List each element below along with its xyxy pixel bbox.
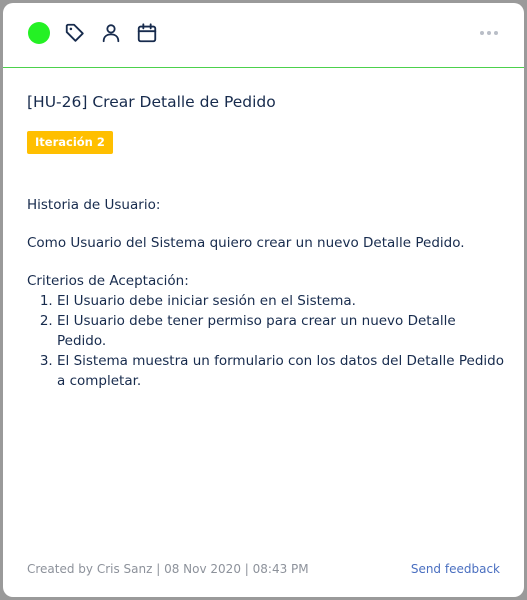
- criteria-heading: Criterios de Aceptación:: [27, 273, 189, 289]
- tag-icon: [65, 23, 84, 42]
- criteria-item: El Usuario debe iniciar sesión en el Sis…: [57, 291, 507, 311]
- send-feedback-link[interactable]: Send feedback: [411, 562, 500, 576]
- user-icon: [102, 24, 120, 43]
- card-detail: [HU-26] Crear Detalle de Pedido Iteració…: [3, 3, 524, 597]
- status-dot[interactable]: [28, 22, 50, 44]
- criteria-item: El Sistema muestra un formulario con los…: [57, 351, 507, 391]
- created-info: Created by Cris Sanz | 08 Nov 2020 | 08:…: [27, 562, 309, 576]
- user-story-text: Como Usuario del Sistema quiero crear un…: [27, 235, 465, 251]
- criteria-list: El Usuario debe iniciar sesión en el Sis…: [27, 291, 507, 391]
- iteration-badge[interactable]: Iteración 2: [27, 131, 113, 154]
- card-toolbar: [3, 3, 524, 68]
- story-heading: Historia de Usuario:: [27, 197, 161, 213]
- criteria-item: El Usuario debe tener permiso para crear…: [57, 311, 507, 351]
- tag-button[interactable]: [63, 21, 87, 45]
- card-footer: Created by Cris Sanz | 08 Nov 2020 | 08:…: [27, 562, 500, 576]
- calendar-icon: [137, 23, 157, 43]
- card-title: [HU-26] Crear Detalle de Pedido: [27, 93, 276, 111]
- more-options-icon: [480, 31, 484, 35]
- more-options-button[interactable]: [480, 31, 498, 35]
- card-description: Historia de Usuario: Como Usuario del Si…: [27, 195, 507, 391]
- due-date-button[interactable]: [135, 21, 159, 45]
- assignee-button[interactable]: [99, 21, 123, 45]
